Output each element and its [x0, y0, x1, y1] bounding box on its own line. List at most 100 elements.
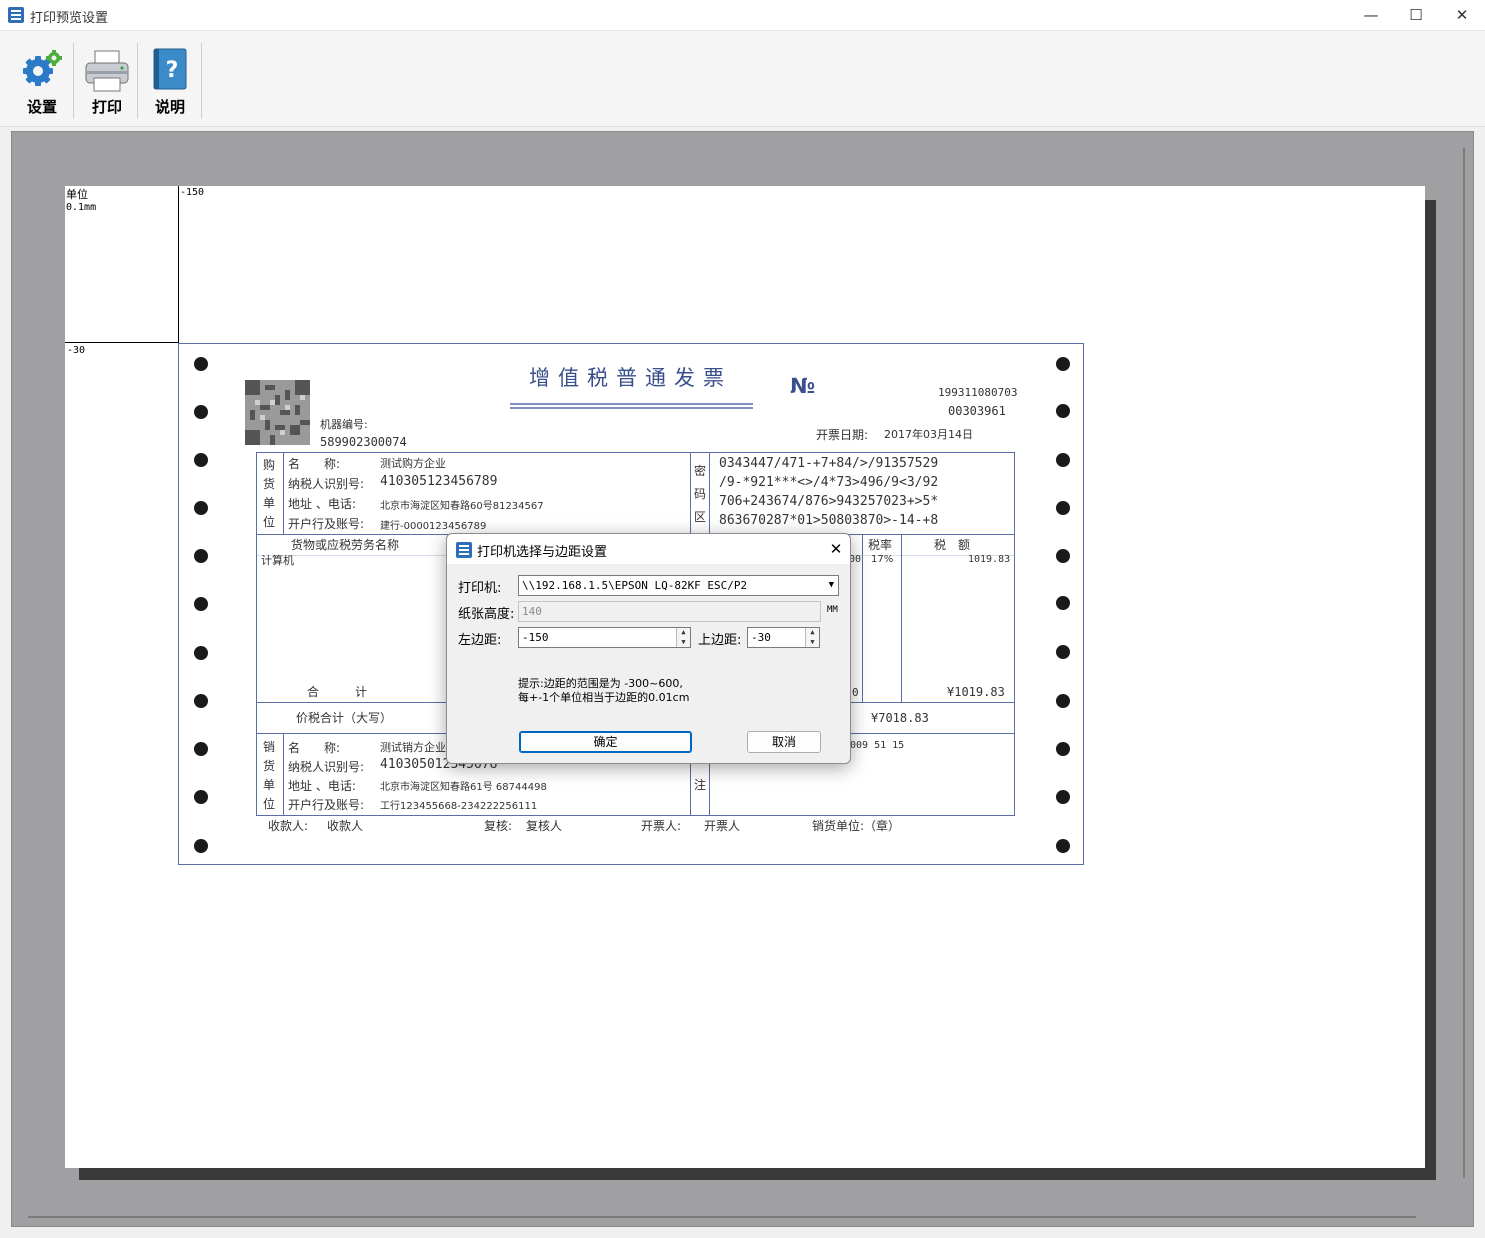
- feed-hole: [1056, 501, 1070, 515]
- invoice-date: 2017年03月14日: [884, 428, 973, 441]
- ruler-vertical-line: [178, 186, 179, 343]
- down-arrow-icon[interactable]: ▼: [806, 637, 819, 647]
- invoice-number: 00303961: [948, 404, 1006, 418]
- title-underline: [510, 403, 753, 405]
- ok-button[interactable]: 确定: [519, 731, 692, 753]
- feed-hole: [1056, 404, 1070, 418]
- app-icon: [8, 7, 24, 23]
- drawer-label: 开票人:: [641, 819, 682, 833]
- app-icon: [456, 542, 472, 558]
- table-rule: [283, 452, 284, 534]
- close-button[interactable]: ✕: [1439, 0, 1485, 31]
- feed-hole: [194, 694, 208, 708]
- buyer-name-label: 名 称:: [288, 457, 341, 471]
- top-margin-stepper[interactable]: -30 ▲ ▼: [747, 627, 820, 648]
- feed-hole: [1056, 596, 1070, 610]
- feed-hole: [1056, 839, 1070, 853]
- reviewer: 复核人: [526, 819, 563, 833]
- horizontal-scrollbar[interactable]: [28, 1216, 1416, 1218]
- seal-label: 销货单位:（章）: [812, 819, 901, 833]
- table-rule: [709, 452, 710, 534]
- printer-label: 打印机:: [458, 581, 502, 596]
- help-label: 说明: [154, 98, 185, 116]
- printer-margin-dialog: 打印机选择与边距设置 ✕ 打印机: \\192.168.1.5\EPSON LQ…: [446, 533, 851, 764]
- machine-number: 589902300074: [320, 435, 407, 449]
- feed-hole: [194, 597, 208, 611]
- feed-hole: [194, 453, 208, 467]
- svg-text:?: ?: [166, 58, 179, 83]
- left-margin-stepper[interactable]: -150 ▲ ▼: [518, 627, 691, 648]
- left-margin-value: -150: [522, 631, 549, 644]
- feed-hole: [194, 742, 208, 756]
- total-tax: ¥1019.83: [947, 685, 1005, 699]
- qr-code-icon: [245, 380, 310, 445]
- toolbar-separator: [73, 43, 74, 119]
- cipher-line: /9-*921***<>/4*73>496/9<3/92: [719, 475, 939, 490]
- buyer-addr-label: 地址 、电话:: [288, 497, 356, 511]
- title-underline: [510, 407, 753, 409]
- remark-label: 注: [694, 778, 707, 792]
- feed-hole: [1056, 742, 1070, 756]
- feed-hole: [1056, 790, 1070, 804]
- cipher-line: 706+243674/876>943257023+>5*: [719, 494, 939, 509]
- top-margin-label: 上边距:: [698, 633, 742, 648]
- seller-name-label: 名 称:: [288, 741, 341, 755]
- table-rule: [690, 452, 691, 534]
- ruler-unit-label: 单位: [66, 188, 88, 201]
- invoice-no-symbol: №: [790, 374, 816, 398]
- cipher-label: 密码区: [694, 464, 707, 524]
- buyer-section-label: 购货单位: [263, 458, 276, 529]
- top-margin-spin[interactable]: ▲ ▼: [805, 628, 819, 647]
- total-amount: 0: [852, 686, 859, 699]
- table-rule: [862, 534, 863, 702]
- printer-icon: [85, 50, 129, 92]
- top-margin-value: -30: [751, 631, 771, 644]
- table-rule: [283, 733, 284, 816]
- ruler-top-value: -150: [180, 187, 205, 198]
- up-arrow-icon[interactable]: ▲: [677, 628, 690, 637]
- item-name: 计算机: [261, 554, 294, 567]
- paper-height-label: 纸张高度:: [458, 607, 515, 622]
- feed-hole: [194, 549, 208, 563]
- cancel-button[interactable]: 取消: [747, 731, 821, 753]
- item-tax: 1019.83: [968, 554, 1011, 565]
- maximize-button[interactable]: ☐: [1393, 0, 1439, 31]
- machine-label: 机器编号:: [320, 418, 368, 431]
- seller-addr: 北京市海淀区知春路61号 68744498: [380, 782, 547, 793]
- buyer-bank-label: 开户行及账号:: [288, 517, 365, 531]
- invoice-code: 199311080703: [938, 386, 1018, 399]
- invoice-title: 增值税普通发票: [529, 366, 732, 390]
- printer-select[interactable]: \\192.168.1.5\EPSON LQ-82KF ESC/P2 ▼: [518, 575, 839, 596]
- ruler-left-value: -30: [67, 345, 86, 356]
- dialog-close-button[interactable]: ✕: [822, 538, 850, 560]
- ruler-horizontal-line: [65, 342, 178, 343]
- hint-line-2: 每+-1个单位相当于边距的0.01cm: [518, 691, 690, 704]
- dialog-title: 打印机选择与边距设置: [477, 545, 608, 560]
- grand-total-label: 价税合计（大写）: [296, 711, 393, 725]
- window-title: 打印预览设置: [30, 11, 109, 26]
- settings-button[interactable]: 设置: [11, 41, 73, 119]
- print-button[interactable]: 打印: [76, 41, 138, 119]
- remark-value: 009 51 15: [850, 740, 905, 751]
- paper-height-field[interactable]: 140: [518, 601, 821, 622]
- buyer-bank: 建行-0000123456789: [380, 521, 487, 532]
- feed-hole: [1056, 453, 1070, 467]
- buyer-tax: 410305123456789: [380, 474, 498, 489]
- toolbar-separator: [201, 43, 202, 119]
- help-button[interactable]: ? 说明: [139, 41, 201, 119]
- feed-hole: [1056, 357, 1070, 371]
- down-arrow-icon[interactable]: ▼: [677, 637, 690, 647]
- minimize-button[interactable]: —: [1348, 0, 1394, 31]
- tax-header: 税 额: [934, 538, 971, 552]
- feed-hole: [194, 501, 208, 515]
- up-arrow-icon[interactable]: ▲: [806, 628, 819, 637]
- toolbar: 设置 打印 ? 说明: [0, 31, 1485, 127]
- gear-icon: [23, 50, 62, 86]
- vertical-scrollbar[interactable]: [1463, 148, 1465, 1178]
- toolbar-separator: [137, 43, 138, 119]
- left-margin-spin[interactable]: ▲ ▼: [676, 628, 690, 647]
- printer-value: \\192.168.1.5\EPSON LQ-82KF ESC/P2: [522, 579, 748, 592]
- feed-hole: [1056, 549, 1070, 563]
- payee: 收款人: [327, 819, 364, 833]
- buyer-addr: 北京市海淀区知春路60号81234567: [380, 501, 544, 512]
